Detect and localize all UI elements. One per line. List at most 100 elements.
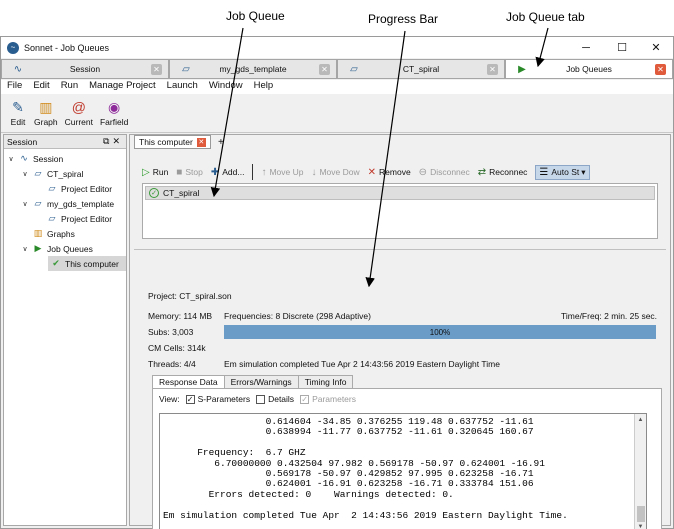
move-up-button[interactable]: ↑ Move Up	[261, 167, 303, 178]
output-text: 0.614604 -34.85 0.376255 119.48 0.637752…	[163, 416, 568, 521]
tree-item-label: my_gds_template	[47, 198, 115, 209]
disconnect-button[interactable]: ⊖ Disconnec	[419, 167, 470, 178]
menu-manage-project[interactable]: Manage Project	[89, 80, 156, 94]
move-down-button[interactable]: ↓ Move Dow	[311, 167, 359, 178]
view-options: View: ✓ S-Parameters Details ✓ Parameters	[159, 394, 356, 404]
scroll-down-icon[interactable]: ▼	[635, 521, 646, 529]
tree-item-label: Project Editor	[61, 183, 113, 194]
chevron-down-icon[interactable]: ∨	[20, 200, 30, 208]
chevron-down-icon[interactable]: ∨	[20, 170, 30, 178]
tab-job-queues[interactable]: ▶ Job Queues ✕	[505, 59, 673, 79]
tree-item-my-gds-template[interactable]: ∨ ▱ my_gds_template	[20, 196, 114, 211]
current-icon: @	[71, 99, 86, 115]
add-button[interactable]: ✚ Add...	[211, 167, 245, 178]
menu-file[interactable]: File	[7, 80, 22, 94]
add-queue-tab-button[interactable]: +	[214, 135, 228, 149]
graph-icon: ▥	[39, 98, 53, 115]
remove-button[interactable]: ✕ Remove	[368, 167, 411, 178]
close-icon[interactable]: ✕	[112, 136, 123, 146]
farfield-label: Farfield	[99, 117, 129, 127]
memory-value: Memory: 114 MB	[148, 311, 213, 321]
tab-label: Job Queues	[566, 64, 612, 74]
tab-label: This computer	[139, 137, 193, 147]
current-button[interactable]: @ Current	[65, 95, 93, 132]
annotation-job-queue: Job Queue	[226, 9, 285, 23]
tab-response-data[interactable]: Response Data	[152, 375, 225, 389]
vertical-scrollbar[interactable]: ▲ ▼	[634, 414, 646, 529]
tab-this-computer[interactable]: This computer ✕	[134, 135, 211, 149]
menu-edit[interactable]: Edit	[33, 80, 49, 94]
details-checkbox[interactable]	[256, 394, 266, 404]
project-label: Project: CT_spiral.son	[148, 291, 232, 301]
menu-run[interactable]: Run	[61, 80, 78, 94]
tab-session[interactable]: ∿ Session ✕	[1, 59, 169, 79]
graph-button[interactable]: ▥ Graph	[34, 95, 58, 132]
job-name: CT_spiral	[163, 188, 200, 198]
view-label: View:	[159, 394, 180, 404]
project-icon: ▱	[34, 168, 42, 178]
menu-help[interactable]: Help	[254, 80, 274, 94]
tree-item-session[interactable]: ∨ ∿ Session	[6, 151, 63, 166]
close-icon[interactable]: ✕	[196, 137, 206, 147]
chevron-down-icon[interactable]: ∨	[6, 155, 16, 163]
edit-button[interactable]: ✎ Edit	[9, 95, 27, 132]
disconnect-label: Disconnec	[430, 167, 470, 177]
subs-value: Subs: 3,003	[148, 327, 194, 337]
output-text-area[interactable]: 0.614604 -34.85 0.376255 119.48 0.637752…	[159, 413, 647, 529]
response-data-panel: View: ✓ S-Parameters Details ✓ Parameters …	[152, 388, 662, 529]
tree-item-graphs[interactable]: ▥ Graphs	[30, 226, 75, 241]
farfield-button[interactable]: ◉ Farfield	[100, 95, 128, 132]
arrow-up-icon: ↑	[261, 166, 267, 178]
tab-errors-warnings[interactable]: Errors/Warnings	[223, 375, 299, 389]
job-queue-icon: ▶	[518, 63, 526, 75]
minimize-button[interactable]: ─	[569, 37, 603, 58]
menu-window[interactable]: Window	[209, 80, 243, 94]
job-queue-pane: This computer ✕ + ▷ Run ■ Stop ✚ Add... ↑ Mo…	[129, 134, 671, 529]
auto-start-icon: ☰	[539, 166, 549, 178]
reconnect-button[interactable]: ⇄ Reconnec	[478, 167, 528, 178]
toolbar-divider	[252, 164, 254, 180]
session-icon: ∿	[13, 63, 23, 75]
project-file: CT_spiral.son	[179, 291, 232, 301]
s-parameters-checkbox[interactable]: ✓	[185, 394, 195, 404]
close-icon[interactable]: ✕	[319, 64, 330, 75]
tree-item-label: Session	[33, 153, 64, 164]
tree-item-ct-spiral[interactable]: ∨ ▱ CT_spiral	[20, 166, 83, 181]
editor-icon: ▱	[48, 183, 56, 193]
farfield-icon: ◉	[108, 98, 121, 115]
session-panel-header: Session ⧉✕	[4, 135, 126, 149]
chevron-down-icon[interactable]: ∨	[20, 245, 30, 253]
s-parameters-label: S-Parameters	[197, 394, 251, 404]
editor-icon: ▱	[48, 213, 56, 223]
queue-tabs: This computer ✕ +	[134, 135, 228, 149]
tree-item-project-editor[interactable]: ▱ Project Editor	[44, 211, 113, 226]
project-icon: ▱	[34, 198, 42, 208]
completion-message: Em simulation completed Tue Apr 2 14:43:…	[224, 359, 500, 369]
close-icon[interactable]: ✕	[655, 64, 666, 75]
maximize-button[interactable]: ☐	[605, 37, 639, 58]
menu-bar: File Edit Run Manage Project Launch Wind…	[1, 80, 673, 94]
tree-item-this-computer[interactable]: ✔ This computer	[48, 256, 126, 271]
tree-item-job-queues[interactable]: ∨ ▶ Job Queues	[20, 241, 93, 256]
result-tabs: Response Data Errors/Warnings Timing Inf…	[152, 375, 354, 389]
tab-my-gds-template[interactable]: ▱ my_gds_template ✕	[169, 59, 337, 79]
tab-ct-spiral[interactable]: ▱ CT_spiral ✕	[337, 59, 505, 79]
scroll-up-icon[interactable]: ▲	[635, 414, 646, 425]
close-icon[interactable]: ✕	[151, 64, 162, 75]
annotation-progress-bar: Progress Bar	[368, 12, 439, 26]
scroll-thumb[interactable]	[637, 506, 645, 522]
threads-value: Threads: 4/4	[148, 359, 196, 369]
close-icon[interactable]: ✕	[487, 64, 498, 75]
tree-item-project-editor[interactable]: ▱ Project Editor	[44, 181, 113, 196]
run-button[interactable]: ▷ Run	[142, 167, 168, 178]
tree-item-label: Job Queues	[47, 243, 93, 254]
menu-launch[interactable]: Launch	[167, 80, 198, 94]
auto-start-button[interactable]: ☰ Auto St ▾	[535, 164, 590, 180]
close-button[interactable]: ✕	[639, 37, 673, 58]
check-icon: ✓	[149, 188, 159, 198]
run-label: Run	[152, 167, 169, 177]
tab-timing-info[interactable]: Timing Info	[297, 375, 354, 389]
stop-button[interactable]: ■ Stop	[176, 167, 203, 178]
parameters-checkbox[interactable]: ✓	[300, 394, 310, 404]
list-item[interactable]: ✓ CT_spiral	[145, 186, 655, 200]
